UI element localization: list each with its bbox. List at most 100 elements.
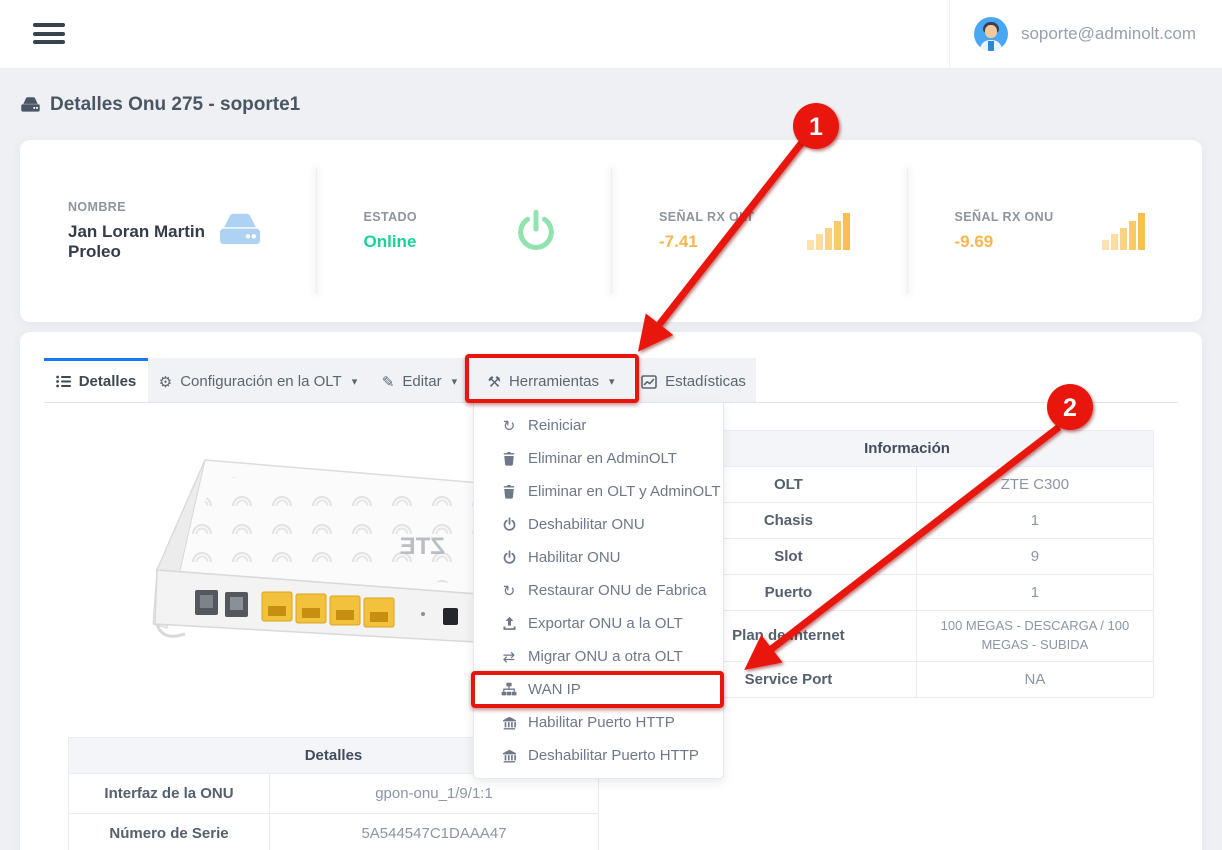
menu-item-label: Habilitar ONU: [528, 549, 621, 566]
page-title: Detalles Onu 275 - soporte1: [20, 94, 300, 116]
menu-item-reiniciar[interactable]: ↻ Reiniciar: [474, 409, 723, 442]
table-row: Puerto 1: [661, 575, 1153, 611]
power-icon: [500, 550, 518, 565]
gear-icon: ⚙: [159, 373, 172, 391]
status-value: -9.69: [955, 232, 1101, 252]
power-icon: [500, 517, 518, 532]
sync-icon: ↻: [500, 417, 518, 435]
status-label: SEÑAL RX ONU: [955, 210, 1101, 224]
user-email: soporte@adminolt.com: [1021, 24, 1196, 44]
tab-label: Detalles: [79, 373, 137, 390]
svg-text:ZTE: ZTE: [400, 533, 445, 560]
hamburger-menu-icon[interactable]: [33, 23, 65, 45]
bank-icon: [500, 749, 518, 763]
table-row: Plan de Internet 100 MEGAS - DESCARGA / …: [661, 611, 1153, 662]
menu-item-deshabilitar-puerto-http[interactable]: Deshabilitar Puerto HTTP: [474, 739, 723, 772]
bank-icon: [500, 716, 518, 730]
server-icon: [20, 96, 41, 115]
edit-icon: ✎: [382, 373, 395, 391]
row-value: 9: [917, 539, 1153, 574]
table-row: Service Port NA: [661, 662, 1153, 697]
avatar: [974, 17, 1008, 51]
menu-item-eliminar-olt-adminolt[interactable]: Eliminar en OLT y AdminOLT: [474, 475, 723, 508]
tab-configuracion-olt[interactable]: ⚙ Configuración en la OLT ▾: [148, 358, 368, 402]
svg-text:1: 1: [809, 113, 823, 141]
upload-icon: [500, 616, 518, 631]
table-row: Número de Serie 5A544547C1DAAA47: [69, 814, 598, 850]
status-value: Online: [364, 232, 514, 252]
status-label: ESTADO: [364, 210, 514, 224]
tab-label: Herramientas: [509, 373, 599, 390]
network-icon: [500, 682, 518, 697]
menu-item-restaurar-fabrica[interactable]: ↻ Restaurar ONU de Fabrica: [474, 574, 723, 607]
table-row: Slot 9: [661, 539, 1153, 575]
tab-label: Configuración en la OLT: [180, 373, 341, 390]
status-tile-nombre: NOMBRE Jan Loran Martin Proleo: [20, 140, 316, 322]
server-icon: [216, 210, 264, 252]
menu-item-label: Restaurar ONU de Fabrica: [528, 582, 706, 599]
menu-item-migrar-onu[interactable]: ⇄ Migrar ONU a otra OLT: [474, 640, 723, 673]
power-icon: [513, 208, 559, 254]
row-value: 1: [917, 575, 1153, 610]
status-card: NOMBRE Jan Loran Martin Proleo ESTADO On…: [20, 140, 1202, 322]
status-label: NOMBRE: [68, 200, 216, 214]
exchange-icon: ⇄: [500, 648, 518, 666]
menu-item-label: Exportar ONU a la OLT: [528, 615, 683, 632]
menu-item-label: WAN IP: [528, 681, 581, 698]
row-value: gpon-onu_1/9/1:1: [270, 774, 598, 813]
tab-estadisticas[interactable]: Estadísticas: [631, 358, 756, 402]
status-tile-rx-olt: SEÑAL RX OLT -7.41: [611, 140, 907, 322]
menu-item-habilitar-onu[interactable]: Habilitar ONU: [474, 541, 723, 574]
top-navbar: soporte@adminolt.com: [0, 0, 1222, 69]
tab-label: Editar: [402, 373, 441, 390]
onu-photo: ZTE: [105, 432, 505, 687]
menu-item-eliminar-adminolt[interactable]: Eliminar en AdminOLT: [474, 442, 723, 475]
menu-item-habilitar-puerto-http[interactable]: Habilitar Puerto HTTP: [474, 706, 723, 739]
tools-icon: ⚒: [487, 373, 500, 391]
list-icon: [56, 375, 71, 388]
menu-item-wan-ip[interactable]: WAN IP: [474, 673, 723, 706]
row-value: ZTE C300: [917, 467, 1153, 502]
info-table: Información OLT ZTE C300 Chasis 1 Slot 9…: [660, 430, 1154, 698]
menu-item-exportar-onu[interactable]: Exportar ONU a la OLT: [474, 607, 723, 640]
redo-icon: ↻: [500, 582, 518, 600]
menu-item-deshabilitar-onu[interactable]: Deshabilitar ONU: [474, 508, 723, 541]
trash-icon: [500, 484, 518, 499]
tab-editar[interactable]: ✎ Editar ▾: [368, 358, 471, 402]
row-value: NA: [917, 662, 1153, 697]
menu-item-label: Eliminar en AdminOLT: [528, 450, 677, 467]
table-row: Chasis 1: [661, 503, 1153, 539]
tab-herramientas[interactable]: ⚒ Herramientas ▾: [471, 358, 631, 402]
chart-icon: [641, 375, 657, 389]
status-value: Jan Loran Martin Proleo: [68, 222, 216, 262]
app-window: soporte@adminolt.com Detalles Onu 275 - …: [0, 0, 1222, 850]
status-value: -7.41: [659, 232, 805, 252]
chevron-down-icon: ▾: [452, 375, 458, 388]
row-value: 100 MEGAS - DESCARGA / 100 MEGAS - SUBID…: [917, 611, 1153, 661]
signal-bars-icon: [1100, 210, 1150, 252]
tab-detalles[interactable]: Detalles: [44, 358, 148, 402]
signal-bars-icon: [805, 210, 855, 252]
menu-item-label: Reiniciar: [528, 417, 586, 434]
info-table-title: Información: [661, 431, 1153, 467]
menu-item-label: Eliminar en OLT y AdminOLT: [528, 483, 721, 500]
trash-icon: [500, 451, 518, 466]
page-title-text: Detalles Onu 275 - soporte1: [50, 94, 300, 116]
status-tile-estado: ESTADO Online: [316, 140, 612, 322]
status-tile-rx-onu: SEÑAL RX ONU -9.69: [907, 140, 1203, 322]
tab-label: Estadísticas: [665, 373, 746, 390]
chevron-down-icon: ▾: [352, 375, 358, 388]
tab-bar: Detalles ⚙ Configuración en la OLT ▾ ✎ E…: [44, 358, 1178, 403]
table-row: OLT ZTE C300: [661, 467, 1153, 503]
user-menu[interactable]: soporte@adminolt.com: [949, 0, 1222, 68]
status-label: SEÑAL RX OLT: [659, 210, 805, 224]
menu-item-label: Deshabilitar Puerto HTTP: [528, 747, 699, 764]
menu-item-label: Habilitar Puerto HTTP: [528, 714, 675, 731]
row-value: 5A544547C1DAAA47: [270, 814, 598, 850]
menu-item-label: Migrar ONU a otra OLT: [528, 648, 683, 665]
herramientas-dropdown-menu: ↻ Reiniciar Eliminar en AdminOLT Elimina…: [473, 402, 724, 779]
row-label: Número de Serie: [69, 814, 270, 850]
row-value: 1: [917, 503, 1153, 538]
chevron-down-icon: ▾: [609, 375, 615, 388]
table-row: Interfaz de la ONU gpon-onu_1/9/1:1: [69, 774, 598, 814]
